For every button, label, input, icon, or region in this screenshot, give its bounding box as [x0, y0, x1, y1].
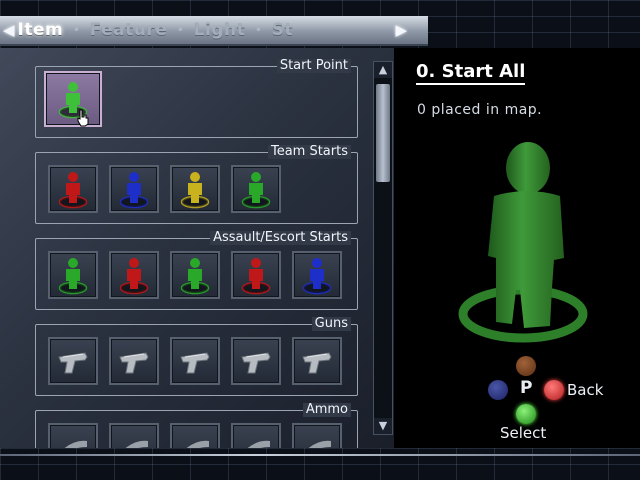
item-slot[interactable] [170, 165, 220, 213]
item-slot[interactable] [231, 251, 281, 299]
item-slot[interactable] [48, 165, 98, 213]
tab-feature[interactable]: Feature [90, 20, 168, 40]
figure-icon [56, 255, 90, 295]
bottom-grid-background [0, 448, 640, 480]
item-group-title: Team Starts [267, 145, 351, 159]
pistol-icon [238, 345, 274, 377]
tab-st[interactable]: St [272, 20, 293, 40]
ammo-icon [55, 437, 91, 448]
item-slot[interactable] [109, 423, 159, 448]
select-button-label[interactable]: Select [500, 424, 546, 442]
figure-icon [239, 169, 273, 209]
item-slot[interactable] [109, 251, 159, 299]
ammo-icon [177, 437, 213, 448]
button-top-icon [516, 356, 536, 376]
tab-separator: • [177, 24, 184, 36]
item-group-title: Ammo [302, 403, 351, 417]
item-group: Guns [35, 317, 358, 396]
item-slot[interactable] [109, 165, 159, 213]
selected-item-title: 0. Start All [416, 61, 526, 85]
item-slot[interactable] [109, 337, 159, 385]
item-slot[interactable] [231, 165, 281, 213]
scroll-down-icon[interactable]: ▼ [374, 418, 392, 434]
tab-separator: • [73, 24, 80, 36]
item-slot[interactable] [292, 337, 342, 385]
item-slot[interactable] [48, 337, 98, 385]
item-list-panel: Start Point Team Starts Assault/Escort Sta… [0, 48, 394, 448]
item-slot[interactable] [292, 251, 342, 299]
tab-next-arrow-icon[interactable]: ▶ [395, 21, 407, 39]
ammo-icon [238, 437, 274, 448]
item-slot[interactable] [44, 71, 102, 127]
button-left-icon [488, 380, 508, 400]
figure-icon [117, 255, 151, 295]
ammo-icon [299, 437, 335, 448]
item-group: Team Starts [35, 145, 358, 224]
tab-separator: • [255, 24, 262, 36]
item-slot[interactable] [170, 423, 220, 448]
item-slot[interactable] [292, 423, 342, 448]
pistol-icon [116, 345, 152, 377]
pistol-icon [177, 345, 213, 377]
item-slot[interactable] [48, 423, 98, 448]
item-slot[interactable] [170, 337, 220, 385]
item-slot[interactable] [231, 423, 281, 448]
toggle-symbol: P [520, 378, 533, 398]
item-slot[interactable] [170, 251, 220, 299]
item-group-title: Start Point [276, 59, 351, 73]
scroll-thumb[interactable] [376, 84, 390, 182]
item-group-title: Guns [311, 317, 351, 331]
item-slot[interactable] [48, 251, 98, 299]
figure-icon [300, 255, 334, 295]
ammo-icon [116, 437, 152, 448]
placed-count-text: 0 placed in map. [417, 102, 543, 118]
figure-icon [117, 169, 151, 209]
pistol-icon [55, 345, 91, 377]
scroll-up-icon[interactable]: ▲ [374, 62, 392, 78]
category-tab-bar: ◀ Item • Feature • Light • St ▶ [0, 16, 428, 46]
figure-icon [178, 169, 212, 209]
figure-icon [239, 255, 273, 295]
item-group: Ammo [35, 403, 358, 448]
tab-prev-arrow-icon[interactable]: ◀ [3, 21, 15, 39]
item-group: Assault/Escort Starts [35, 231, 358, 310]
hand-cursor-icon [76, 109, 90, 127]
back-button-label[interactable]: Back [567, 381, 603, 399]
item-group-title: Assault/Escort Starts [210, 231, 351, 245]
figure-icon [56, 169, 90, 209]
select-button-icon[interactable] [516, 404, 536, 424]
start-point-model-preview [456, 138, 592, 352]
tab-light[interactable]: Light [194, 20, 246, 40]
back-button-icon[interactable] [544, 380, 564, 400]
item-group: Start Point [35, 59, 358, 138]
item-list-scrollbar[interactable]: ▲ ▼ [373, 61, 393, 435]
pistol-icon [299, 345, 335, 377]
figure-icon [178, 255, 212, 295]
tab-item[interactable]: Item [18, 20, 64, 40]
item-slot[interactable] [231, 337, 281, 385]
figure-model-icon [458, 142, 588, 343]
